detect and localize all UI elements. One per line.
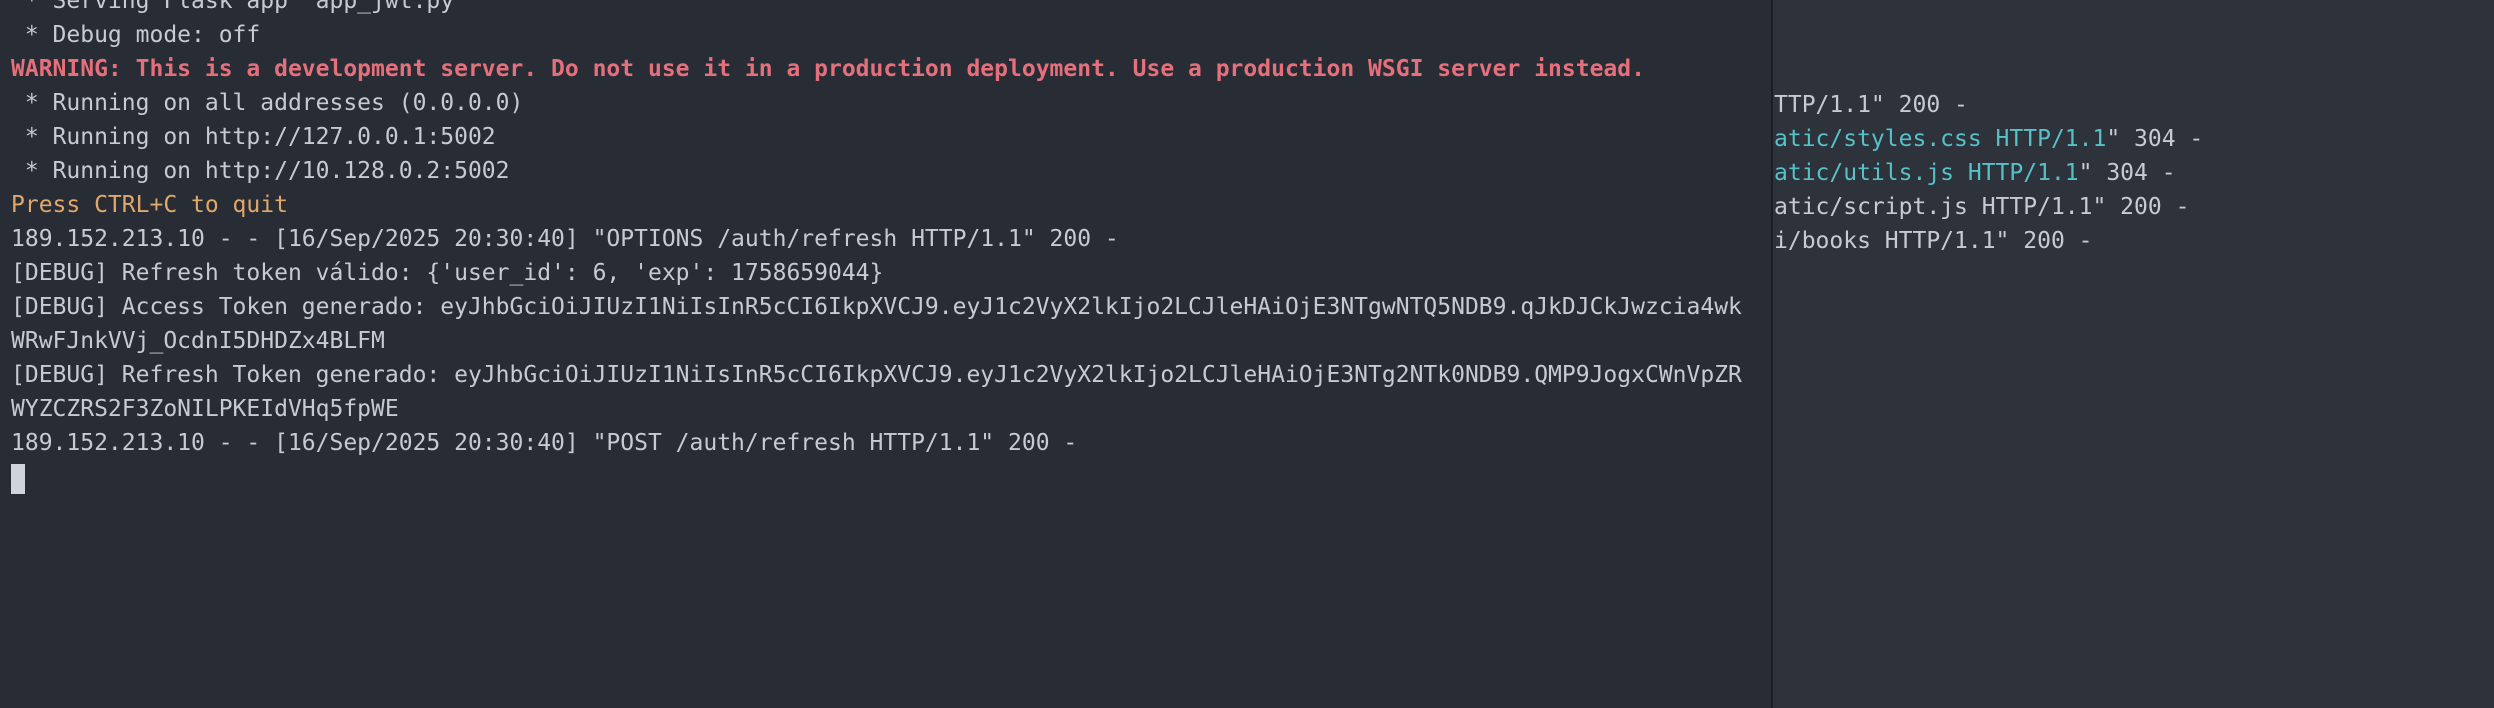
terminal-output-right: TTP/1.1" 200 - atic/styles.css HTTP/1.1"…	[1774, 88, 2203, 258]
debug-line: [DEBUG] Refresh token válido: {'user_id'…	[11, 260, 884, 286]
terminal-line: * Running on http://10.128.0.2:5002	[11, 158, 510, 184]
debug-line-continuation: WRwFJnkVVj_OcdnI5DHDZx4BLFM	[11, 328, 385, 354]
request-log-line: 189.152.213.10 - - [16/Sep/2025 20:30:40…	[11, 430, 1078, 456]
terminal-pane-right[interactable]: TTP/1.1" 200 - atic/styles.css HTTP/1.1"…	[1773, 0, 2494, 708]
cursor-icon	[11, 463, 25, 494]
terminal-line: * Serving Flask app 'app_jwt.py'	[11, 0, 468, 14]
debug-line: [DEBUG] Access Token generado: eyJhbGciO…	[11, 294, 1742, 320]
debug-line-continuation: WYZCZRS2F3ZoNILPKEIdVHq5fpWE	[11, 396, 399, 422]
quit-hint-line: Press CTRL+C to quit	[11, 192, 288, 218]
request-log-line: atic/styles.css HTTP/1.1" 304 -	[1774, 126, 2204, 152]
request-log-line: atic/utils.js HTTP/1.1" 304 -	[1774, 160, 2176, 186]
request-log-line: i/books HTTP/1.1" 200 -	[1774, 228, 2093, 254]
prompt-line[interactable]	[11, 460, 1742, 494]
terminal-output: * Serving Flask app 'app_jwt.py' * Debug…	[11, 0, 1742, 494]
request-log-line: TTP/1.1" 200 -	[1774, 92, 1968, 118]
terminal-line: * Running on all addresses (0.0.0.0)	[11, 90, 524, 116]
terminal-line: * Debug mode: off	[11, 22, 261, 48]
link-text: atic/styles.css HTTP/1.1	[1774, 126, 2107, 152]
warning-line: WARNING: This is a development server. D…	[11, 56, 1645, 82]
debug-line: [DEBUG] Refresh Token generado: eyJhbGci…	[11, 362, 1742, 388]
request-log-line: 189.152.213.10 - - [16/Sep/2025 20:30:40…	[11, 226, 1119, 252]
link-text: atic/utils.js HTTP/1.1	[1774, 160, 2079, 186]
terminal-line: * Running on http://127.0.0.1:5002	[11, 124, 496, 150]
terminal-pane-left[interactable]: * Serving Flask app 'app_jwt.py' * Debug…	[0, 0, 1773, 708]
request-log-line: atic/script.js HTTP/1.1" 200 -	[1774, 194, 2190, 220]
